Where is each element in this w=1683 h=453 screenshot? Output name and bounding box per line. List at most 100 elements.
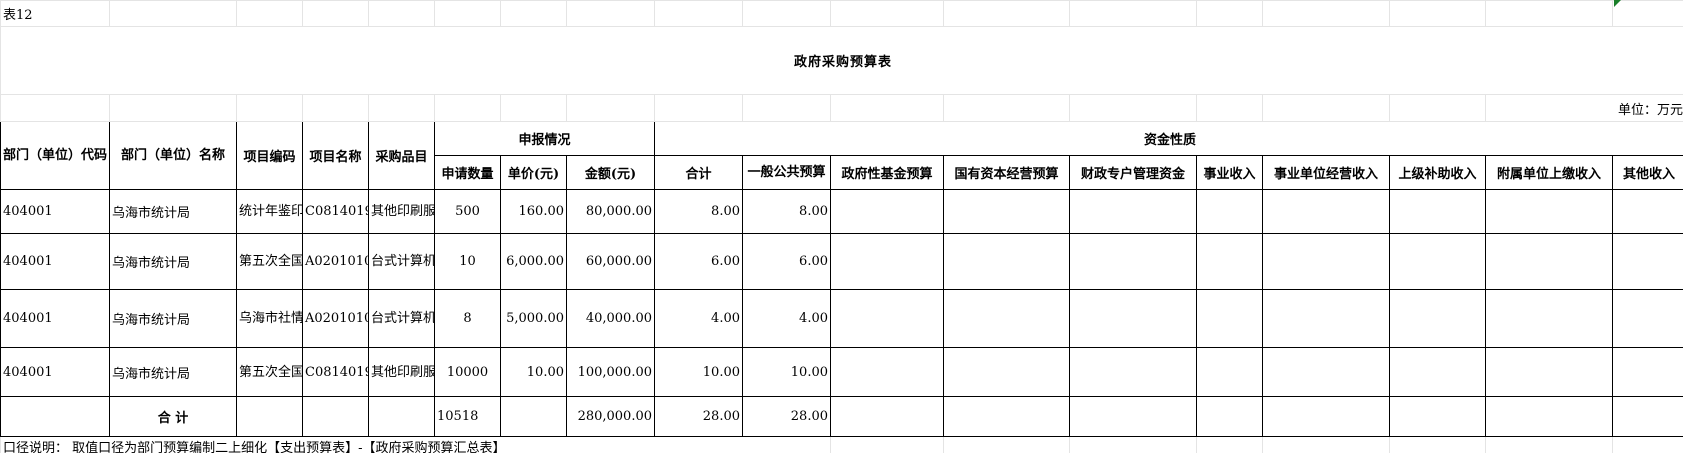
cell-amount[interactable]: 60,000.00 — [566, 233, 655, 290]
cell-item[interactable]: 台式计算机 — [368, 233, 435, 290]
cell-unit-price[interactable]: 160.00 — [500, 189, 567, 234]
cell-state-capital[interactable] — [943, 189, 1070, 234]
header-project-name: 项目名称 — [302, 121, 369, 190]
cell-gov-fund[interactable] — [830, 289, 944, 348]
cell-project-name[interactable]: C08140199 — [302, 189, 369, 234]
cell-affiliated[interactable] — [1485, 347, 1613, 397]
header-report-group: 申报情况 — [434, 121, 655, 156]
header-fund-group: 资金性质 — [654, 121, 1683, 156]
cell-affiliated[interactable] — [1485, 189, 1613, 234]
cell-general-budget[interactable]: 8.00 — [742, 189, 831, 234]
cell-total[interactable]: 8.00 — [654, 189, 743, 234]
cell-apply-qty[interactable]: 8 — [434, 289, 501, 348]
cell-career-income[interactable] — [1196, 289, 1263, 348]
cell-dept-code[interactable]: 404001 — [0, 289, 110, 348]
cell-item[interactable]: 其他印刷服务 — [368, 347, 435, 397]
header-superior-subsidy: 上级补助收入 — [1389, 155, 1486, 190]
cell-other[interactable] — [1612, 233, 1683, 290]
header-affiliated: 附属单位上缴收入 — [1485, 155, 1613, 190]
header-project-code: 项目编码 — [236, 121, 303, 190]
cell-gov-fund[interactable] — [830, 233, 944, 290]
cell-fiscal-special[interactable] — [1069, 347, 1197, 397]
cell-affiliated[interactable] — [1485, 289, 1613, 348]
cell-superior-subsidy[interactable] — [1389, 233, 1486, 290]
cell-unit-operating[interactable] — [1262, 289, 1390, 348]
cell-project-name[interactable]: C08140199 — [302, 347, 369, 397]
sheet-label: 表12 — [0, 0, 110, 27]
cell-gov-fund[interactable] — [830, 347, 944, 397]
cell-total[interactable]: 10.00 — [654, 347, 743, 397]
cell-project-code[interactable]: 乌海市社情民意调查经费 — [236, 289, 303, 348]
header-gov-fund: 政府性基金预算 — [830, 155, 944, 190]
totals-total[interactable]: 28.00 — [654, 396, 743, 437]
cell-project-name[interactable]: A02010105 — [302, 289, 369, 348]
cell-dept-name[interactable]: 乌海市统计局 — [109, 189, 237, 234]
totals-apply-qty[interactable]: 10518 — [434, 396, 501, 437]
cell-state-capital[interactable] — [943, 347, 1070, 397]
cell-item[interactable]: 其他印刷服务 — [368, 189, 435, 234]
header-total: 合计 — [654, 155, 743, 190]
spreadsheet-page: 表12 政府采购预算表 单位：万元 部门（单位）代码 部门（单位）名称 项目编码… — [0, 0, 1683, 453]
cell-comment-marker — [1614, 0, 1621, 7]
cell-unit-price[interactable]: 5,000.00 — [500, 289, 567, 348]
header-apply-qty: 申请数量 — [434, 155, 501, 190]
cell-apply-qty[interactable]: 10 — [434, 233, 501, 290]
cell-fiscal-special[interactable] — [1069, 289, 1197, 348]
cell-total[interactable]: 6.00 — [654, 233, 743, 290]
cell-gov-fund[interactable] — [830, 189, 944, 234]
cell-unit-price[interactable]: 10.00 — [500, 347, 567, 397]
cell-other[interactable] — [1612, 289, 1683, 348]
cell-unit-operating[interactable] — [1262, 347, 1390, 397]
cell-dept-name[interactable]: 乌海市统计局 — [109, 347, 237, 397]
budget-table: 表12 政府采购预算表 单位：万元 部门（单位）代码 部门（单位）名称 项目编码… — [0, 0, 1683, 453]
totals-general-budget[interactable]: 28.00 — [742, 396, 831, 437]
cell-apply-qty[interactable]: 10000 — [434, 347, 501, 397]
cell-fiscal-special[interactable] — [1069, 189, 1197, 234]
cell-amount[interactable]: 80,000.00 — [566, 189, 655, 234]
cell-dept-code[interactable]: 404001 — [0, 347, 110, 397]
cell-state-capital[interactable] — [943, 233, 1070, 290]
cell-other[interactable] — [1612, 347, 1683, 397]
totals-label[interactable]: 合 计 — [109, 396, 237, 437]
header-dept-name: 部门（单位）名称 — [109, 121, 237, 190]
header-state-capital: 国有资本经营预算 — [943, 155, 1070, 190]
cell-affiliated[interactable] — [1485, 233, 1613, 290]
cell-superior-subsidy[interactable] — [1389, 289, 1486, 348]
cell-item[interactable]: 台式计算机 — [368, 289, 435, 348]
cell-project-code[interactable]: 第五次全国经济普查 — [236, 347, 303, 397]
cell-unit-operating[interactable] — [1262, 233, 1390, 290]
cell-unit-operating[interactable] — [1262, 189, 1390, 234]
cell-dept-name[interactable]: 乌海市统计局 — [109, 233, 237, 290]
cell-amount[interactable]: 40,000.00 — [566, 289, 655, 348]
cell-total[interactable]: 4.00 — [654, 289, 743, 348]
cell-project-code[interactable]: 第五次全国经济普查 — [236, 233, 303, 290]
cell-general-budget[interactable]: 4.00 — [742, 289, 831, 348]
cell-apply-qty[interactable]: 500 — [434, 189, 501, 234]
cell-project-name[interactable]: A02010105 — [302, 233, 369, 290]
cell-project-code[interactable]: 统计年鉴印刷费 — [236, 189, 303, 234]
header-other: 其他收入 — [1612, 155, 1683, 190]
cell-superior-subsidy[interactable] — [1389, 347, 1486, 397]
cell-unit-price[interactable]: 6,000.00 — [500, 233, 567, 290]
cell-dept-code[interactable]: 404001 — [0, 233, 110, 290]
cell-general-budget[interactable]: 6.00 — [742, 233, 831, 290]
cell-state-capital[interactable] — [943, 289, 1070, 348]
totals-amount[interactable]: 280,000.00 — [566, 396, 655, 437]
cell-general-budget[interactable]: 10.00 — [742, 347, 831, 397]
cell-career-income[interactable] — [1196, 189, 1263, 234]
cell-amount[interactable]: 100,000.00 — [566, 347, 655, 397]
cell-career-income[interactable] — [1196, 233, 1263, 290]
cell-dept-code[interactable]: 404001 — [0, 189, 110, 234]
cell-superior-subsidy[interactable] — [1389, 189, 1486, 234]
header-item: 采购品目 — [368, 121, 435, 190]
cell-other[interactable] — [1612, 189, 1683, 234]
cell-fiscal-special[interactable] — [1069, 233, 1197, 290]
header-unit-price: 单价(元) — [500, 155, 567, 190]
table-row: 404001 乌海市统计局 第五次全国经济普查 C08140199 其他印刷服务… — [0, 347, 1683, 397]
cell-dept-name[interactable]: 乌海市统计局 — [109, 289, 237, 348]
table-row: 404001 乌海市统计局 统计年鉴印刷费 C08140199 其他印刷服务 5… — [0, 189, 1683, 234]
page-title: 政府采购预算表 — [0, 26, 1683, 95]
cell-career-income[interactable] — [1196, 347, 1263, 397]
table-row: 404001 乌海市统计局 乌海市社情民意调查经费 A02010105 台式计算… — [0, 289, 1683, 348]
table-row: 404001 乌海市统计局 第五次全国经济普查 A02010105 台式计算机 … — [0, 233, 1683, 290]
